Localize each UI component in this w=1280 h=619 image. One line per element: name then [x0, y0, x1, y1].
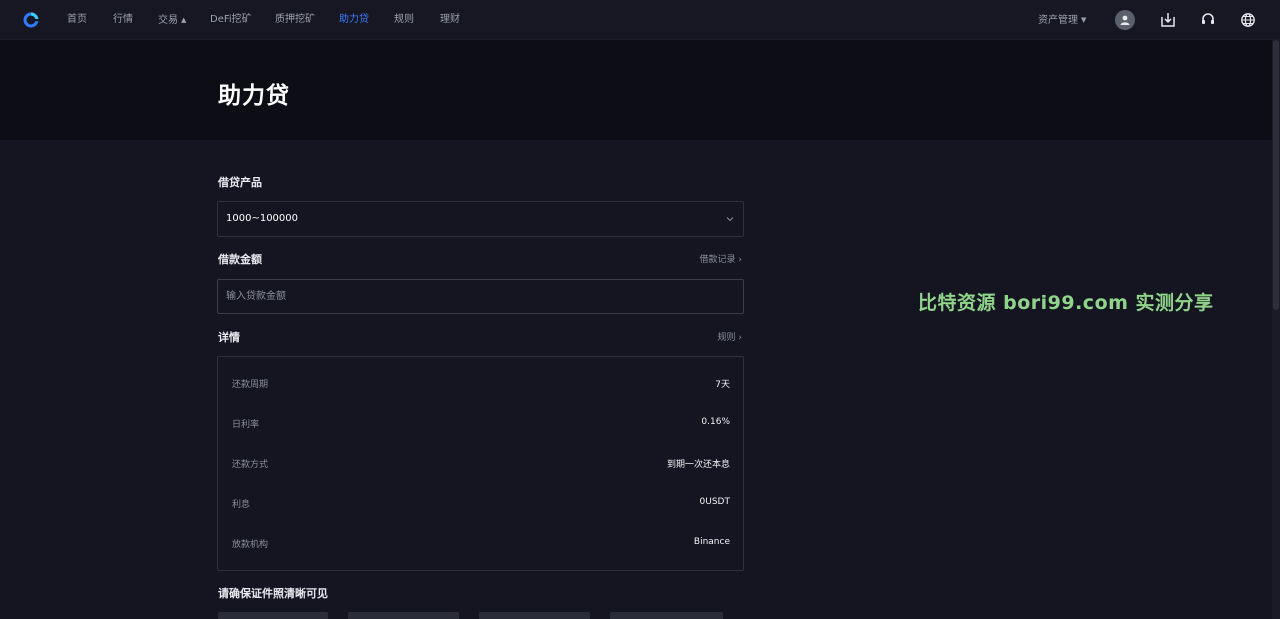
id-photo-notice: 请确保证件照清晰可见: [218, 587, 328, 600]
scrollbar-thumb[interactable]: [1273, 40, 1279, 310]
user-avatar-icon: [1115, 10, 1135, 30]
detail-value: 0.16%: [701, 417, 730, 427]
nav-item-market[interactable]: 行情: [113, 0, 133, 40]
details-label: 详情: [218, 331, 240, 344]
user-avatar-button[interactable]: [1115, 10, 1135, 30]
product-select-value: 1000~100000: [226, 213, 299, 224]
nav-item-defi-mining[interactable]: DeFi挖矿: [210, 0, 252, 40]
detail-key: 利息: [232, 500, 251, 510]
nav-item-loan[interactable]: 助力贷: [339, 0, 369, 40]
details-panel: 还款周期 7天 日利率 0.16% 还款方式 到期一次还本息 利息 0USDT …: [217, 356, 744, 571]
nav-item-label: 规则: [394, 14, 414, 25]
loan-records-link[interactable]: 借款记录 ›: [700, 252, 743, 265]
detail-value: 到期一次还本息: [666, 460, 730, 470]
detail-value: Binance: [693, 537, 730, 547]
nav-item-label: 首页: [67, 14, 87, 25]
detail-row-repayment-method: 还款方式 到期一次还本息: [218, 454, 743, 474]
upload-slot[interactable]: [218, 612, 328, 619]
nav-item-rules[interactable]: 规则: [394, 0, 414, 40]
caret-down-icon: ▲: [181, 16, 187, 24]
watermark-text: 比特资源 bori99.com 实测分享: [918, 292, 1214, 314]
rules-link-label: 规则: [717, 333, 736, 343]
detail-row-interest: 利息 0USDT: [218, 494, 743, 514]
nav-item-label: 质押挖矿: [275, 14, 315, 25]
detail-key: 日利率: [232, 420, 260, 430]
headset-icon: [1202, 13, 1214, 24]
download-icon: [1161, 13, 1175, 27]
detail-row-repayment-period: 还款周期 7天: [218, 374, 743, 394]
detail-row-lender: 放款机构 Binance: [218, 534, 743, 554]
detail-key: 放款机构: [232, 540, 269, 550]
amount-label: 借款金额: [218, 253, 262, 266]
nav-item-trade[interactable]: 交易 ▲: [158, 0, 186, 40]
chevron-right-icon: ›: [738, 255, 742, 265]
globe-icon: [1241, 13, 1255, 27]
amount-input[interactable]: [217, 279, 744, 314]
asset-management-label: 资产管理: [1038, 15, 1078, 26]
page-title: 助力贷: [218, 83, 290, 109]
rules-link[interactable]: 规则 ›: [718, 330, 743, 343]
detail-key: 还款周期: [232, 380, 269, 390]
support-button[interactable]: [1198, 10, 1218, 30]
loan-records-link-label: 借款记录: [699, 255, 736, 265]
chevron-right-icon: ›: [738, 333, 742, 343]
detail-value: 7天: [715, 380, 730, 390]
detail-row-daily-rate: 日利率 0.16%: [218, 414, 743, 434]
top-navbar: 首页 行情 交易 ▲ DeFi挖矿 质押挖矿 助力贷 规则 理财 资产管理 ▼: [0, 0, 1280, 40]
detail-value: 0USDT: [699, 497, 730, 507]
download-button[interactable]: [1158, 10, 1178, 30]
product-select[interactable]: 1000~100000: [217, 201, 744, 237]
nav-item-finance[interactable]: 理财: [440, 0, 460, 40]
detail-key: 还款方式: [232, 460, 269, 470]
chevron-down-icon: [726, 217, 734, 222]
asset-management-menu[interactable]: 资产管理 ▼: [1038, 0, 1086, 40]
nav-item-home[interactable]: 首页: [67, 0, 87, 40]
nav-item-label: 行情: [113, 14, 133, 25]
language-button[interactable]: [1238, 10, 1258, 30]
product-label: 借贷产品: [218, 176, 262, 189]
circle-logo-icon[interactable]: [23, 12, 39, 28]
nav-item-label: 交易: [158, 15, 178, 26]
nav-item-staking[interactable]: 质押挖矿: [275, 0, 315, 40]
nav-item-label: DeFi挖矿: [210, 14, 252, 25]
upload-slot[interactable]: [348, 612, 459, 619]
upload-slot[interactable]: [479, 612, 590, 619]
nav-item-label: 理财: [440, 14, 460, 25]
caret-down-icon: ▼: [1081, 16, 1087, 24]
page-header: 助力贷: [0, 40, 1272, 140]
upload-slot[interactable]: [610, 612, 723, 619]
nav-item-label: 助力贷: [339, 14, 369, 25]
